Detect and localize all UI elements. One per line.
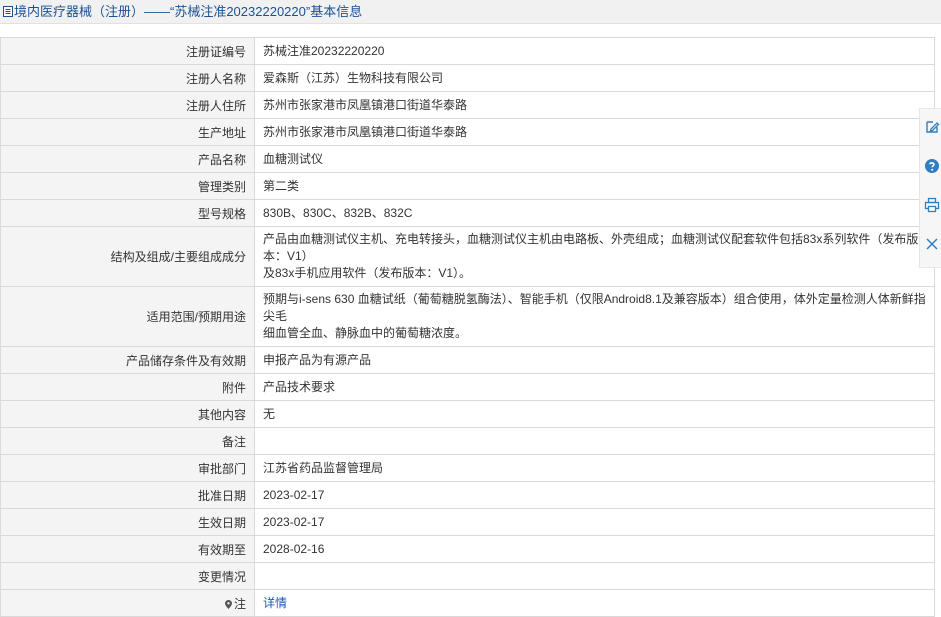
- field-label: 管理类别: [0, 172, 255, 200]
- field-value: 详情: [254, 589, 935, 617]
- field-label: 产品名称: [0, 145, 255, 173]
- table-row: 结构及组成/主要组成成分 产品由血糖测试仪主机、充电转接头，血糖测试仪主机由电路…: [0, 226, 935, 287]
- field-value-line: 预期与i-sens 630 血糖试纸（葡萄糖脱氢酶法）、智能手机（仅限Andro…: [263, 292, 926, 323]
- table-row: 注册证编号 苏械注准20232220220: [0, 37, 935, 65]
- table-row: 注 详情: [0, 589, 935, 617]
- page-title: 境内医疗器械（注册）——“苏械注准20232220220”基本信息: [14, 4, 363, 19]
- field-label: 注: [233, 596, 246, 611]
- field-label: 型号规格: [0, 199, 255, 227]
- field-label: 有效期至: [0, 535, 255, 563]
- table-row: 变更情况: [0, 562, 935, 590]
- edit-icon[interactable]: [924, 119, 940, 135]
- table-row: 备注: [0, 427, 935, 455]
- field-value: 爱森斯（江苏）生物科技有限公司: [254, 64, 935, 92]
- field-label: 变更情况: [0, 562, 255, 590]
- field-value-line: 产品由血糖测试仪主机、充电转接头，血糖测试仪主机由电路板、外壳组成；血糖测试仪配…: [263, 232, 919, 263]
- table-row: 批准日期 2023-02-17: [0, 481, 935, 509]
- field-value: 无: [254, 400, 935, 428]
- table-row: 管理类别 第二类: [0, 172, 935, 200]
- field-value: 苏械注准20232220220: [254, 37, 935, 65]
- field-label: 注册人住所: [0, 91, 255, 119]
- field-label: 备注: [0, 427, 255, 455]
- field-label: 注册证编号: [0, 37, 255, 65]
- field-label: 生效日期: [0, 508, 255, 536]
- table-row: 产品储存条件及有效期 申报产品为有源产品: [0, 346, 935, 374]
- field-label: 其他内容: [0, 400, 255, 428]
- field-label: 适用范围/预期用途: [0, 286, 255, 347]
- field-value: 2023-02-17: [254, 481, 935, 509]
- field-value: 苏州市张家港市凤凰镇港口街道华泰路: [254, 118, 935, 146]
- field-value: 申报产品为有源产品: [254, 346, 935, 374]
- info-table: 注册证编号 苏械注准20232220220 注册人名称 爱森斯（江苏）生物科技有…: [0, 37, 935, 617]
- field-value: 产品由血糖测试仪主机、充电转接头，血糖测试仪主机由电路板、外壳组成；血糖测试仪配…: [254, 226, 935, 287]
- table-row: 生产地址 苏州市张家港市凤凰镇港口街道华泰路: [0, 118, 935, 146]
- field-label: 注册人名称: [0, 64, 255, 92]
- field-label: 产品储存条件及有效期: [0, 346, 255, 374]
- field-value: 2023-02-17: [254, 508, 935, 536]
- field-label: 结构及组成/主要组成成分: [0, 226, 255, 287]
- field-value: [254, 562, 935, 590]
- field-value: 血糖测试仪: [254, 145, 935, 173]
- table-row: 有效期至 2028-02-16: [0, 535, 935, 563]
- field-value: 预期与i-sens 630 血糖试纸（葡萄糖脱氢酶法）、智能手机（仅限Andro…: [254, 286, 935, 347]
- field-value: [254, 427, 935, 455]
- document-icon: [3, 6, 13, 17]
- field-label: 审批部门: [0, 454, 255, 482]
- table-row: 产品名称 血糖测试仪: [0, 145, 935, 173]
- field-value: 产品技术要求: [254, 373, 935, 401]
- field-value: 830B、830C、832B、832C: [254, 199, 935, 227]
- table-row: 注册人名称 爱森斯（江苏）生物科技有限公司: [0, 64, 935, 92]
- floating-toolbar: [919, 108, 941, 268]
- map-pin-icon: [224, 599, 232, 609]
- field-label: 附件: [0, 373, 255, 401]
- field-value-line: 及83x手机应用软件（发布版本：V1）。: [263, 266, 472, 280]
- table-row: 附件 产品技术要求: [0, 373, 935, 401]
- close-icon[interactable]: [924, 236, 940, 252]
- field-value-line: 细血管全血、静脉血中的葡萄糖浓度。: [263, 326, 468, 340]
- page-header: 境内医疗器械（注册）——“苏械注准20232220220”基本信息: [0, 0, 941, 24]
- note-label-cell: 注: [0, 589, 255, 617]
- table-row: 其他内容 无: [0, 400, 935, 428]
- table-row: 适用范围/预期用途 预期与i-sens 630 血糖试纸（葡萄糖脱氢酶法）、智能…: [0, 286, 935, 347]
- print-icon[interactable]: [924, 197, 940, 213]
- field-value: 第二类: [254, 172, 935, 200]
- field-label: 批准日期: [0, 481, 255, 509]
- table-row: 生效日期 2023-02-17: [0, 508, 935, 536]
- field-label: 生产地址: [0, 118, 255, 146]
- table-row: 注册人住所 苏州市张家港市凤凰镇港口街道华泰路: [0, 91, 935, 119]
- table-row: 型号规格 830B、830C、832B、832C: [0, 199, 935, 227]
- field-value: 苏州市张家港市凤凰镇港口街道华泰路: [254, 91, 935, 119]
- field-value: 2028-02-16: [254, 535, 935, 563]
- table-row: 审批部门 江苏省药品监督管理局: [0, 454, 935, 482]
- field-value: 江苏省药品监督管理局: [254, 454, 935, 482]
- details-link[interactable]: 详情: [263, 596, 287, 610]
- help-icon[interactable]: [924, 158, 940, 174]
